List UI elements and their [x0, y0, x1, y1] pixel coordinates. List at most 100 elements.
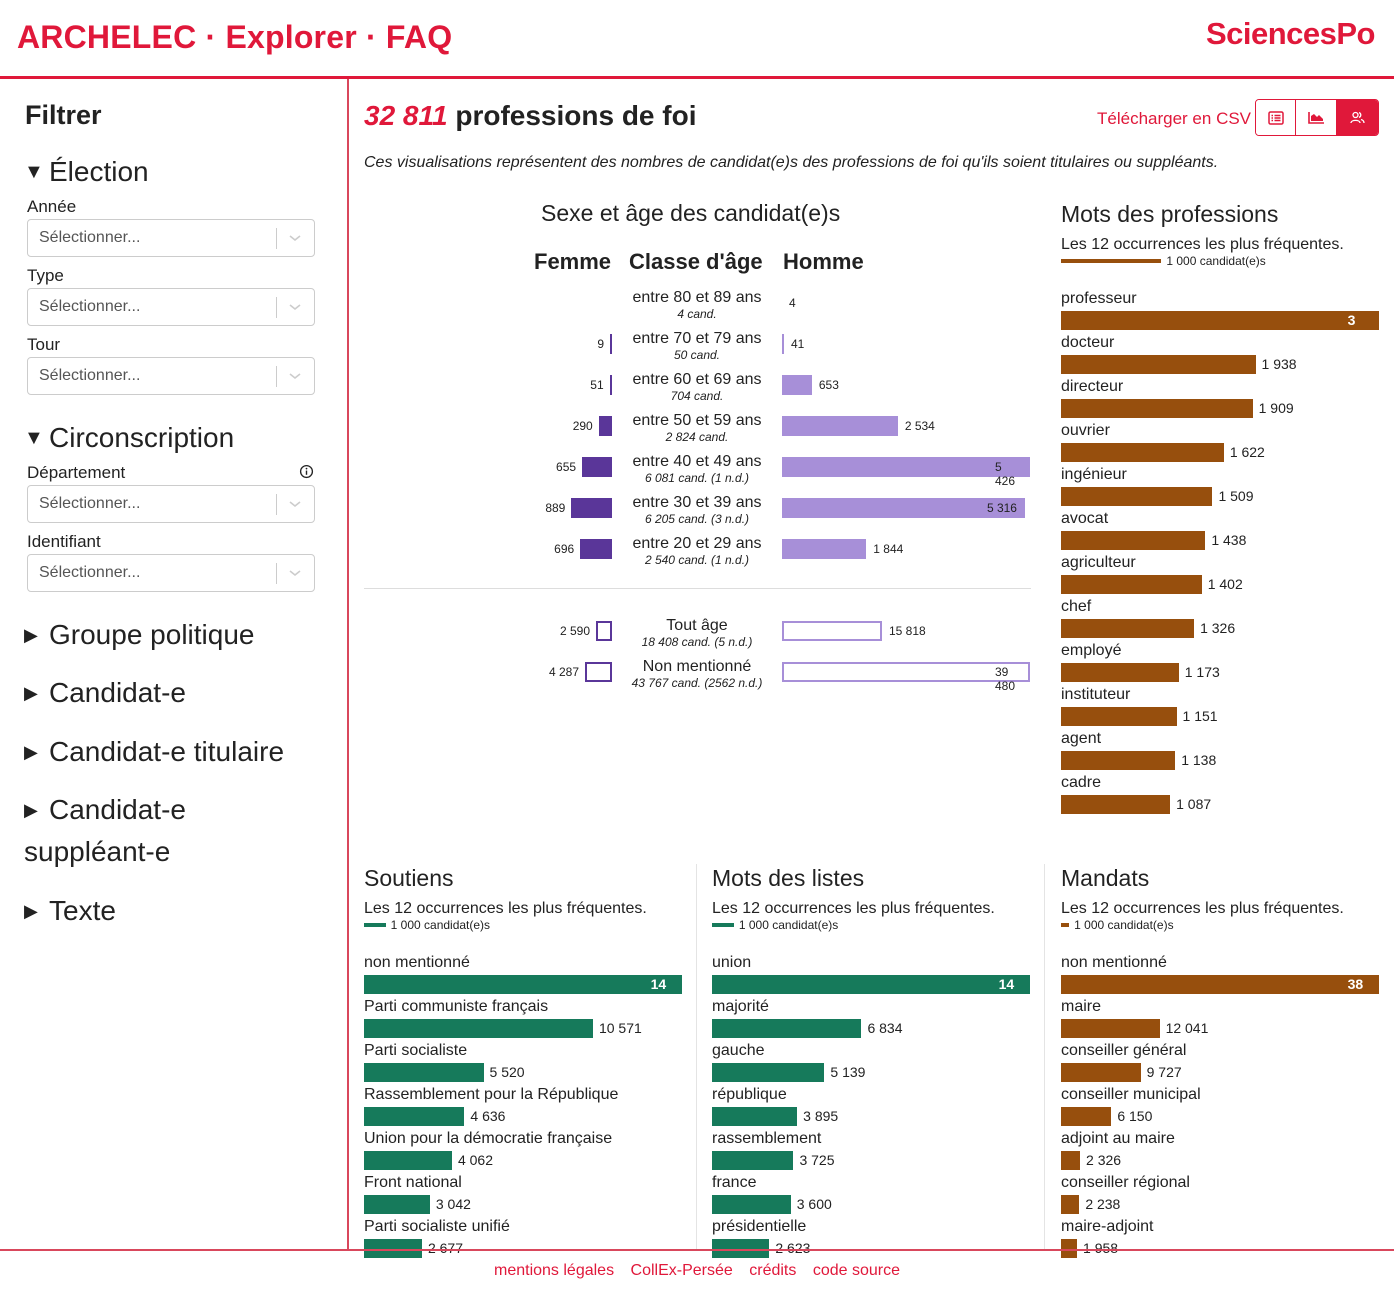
bar-item[interactable]: professeur 3 168 [1061, 289, 1379, 344]
bar-item[interactable]: majorité 6 834 [712, 997, 1030, 1041]
bar-item[interactable]: Parti communiste français 10 571 [364, 997, 682, 1041]
femme-bar[interactable] [610, 334, 612, 354]
bar[interactable] [1061, 355, 1256, 374]
femme-bar[interactable] [609, 375, 612, 395]
homme-bar[interactable] [782, 621, 882, 641]
bar-item[interactable]: instituteur 1 151 [1061, 685, 1379, 729]
bar-item[interactable]: gauche 5 139 [712, 1041, 1030, 1085]
bar[interactable] [1061, 707, 1177, 726]
chart-view-button[interactable] [1296, 100, 1337, 135]
bar[interactable] [364, 1151, 452, 1170]
section-texte-toggle[interactable]: ▶ Texte [24, 890, 324, 932]
femme-bar[interactable] [585, 662, 612, 682]
people-view-button[interactable] [1336, 100, 1378, 135]
bar-item[interactable]: maire 12 041 [1061, 997, 1379, 1041]
bar[interactable] [1061, 1019, 1160, 1038]
femme-bar[interactable] [596, 621, 612, 641]
bar-item[interactable]: adjoint au maire 2 326 [1061, 1129, 1379, 1173]
bar[interactable] [364, 1063, 484, 1082]
bar[interactable] [364, 1195, 430, 1214]
nav-explorer[interactable]: Explorer [225, 19, 356, 55]
bar-item[interactable]: Parti socialiste 5 520 [364, 1041, 682, 1085]
bar-item[interactable]: conseiller général 9 727 [1061, 1041, 1379, 1085]
footer-link-credits[interactable]: crédits [749, 1262, 796, 1279]
bar-item[interactable]: france 3 600 [712, 1173, 1030, 1217]
sciencespo-logo[interactable]: SciencesPo [1206, 16, 1376, 52]
homme-bar[interactable] [782, 375, 812, 395]
bar[interactable] [712, 1107, 798, 1126]
bar-item[interactable]: conseiller régional 2 238 [1061, 1173, 1379, 1217]
bar[interactable] [712, 1063, 825, 1082]
bar[interactable] [1061, 1063, 1141, 1082]
annee-select[interactable]: Sélectionner... [27, 219, 315, 257]
section-election-toggle[interactable]: ▼ Élection [24, 151, 324, 193]
bar-item[interactable]: rassemblement 3 725 [712, 1129, 1030, 1173]
homme-bar[interactable] [782, 416, 898, 436]
bar-item[interactable]: non mentionné 14 682 [364, 953, 682, 1008]
femme-bar[interactable] [598, 416, 612, 436]
section-candidat-titulaire-toggle[interactable]: ▶ Candidat-e titulaire [24, 731, 324, 773]
download-csv-link[interactable]: Télécharger en CSV [1097, 109, 1251, 129]
bar[interactable] [1061, 795, 1171, 814]
section-groupe-politique-toggle[interactable]: ▶ Groupe politique [24, 614, 324, 656]
departement-select[interactable]: Sélectionner... [27, 485, 315, 523]
femme-bar[interactable] [571, 498, 612, 518]
bar[interactable] [364, 1107, 465, 1126]
bar-item[interactable]: agent 1 138 [1061, 729, 1379, 773]
section-circonscription-toggle[interactable]: ▼ Circonscription [24, 417, 324, 459]
bar-item[interactable]: ingénieur 1 509 [1061, 465, 1379, 509]
bar[interactable] [712, 1151, 794, 1170]
list-view-button[interactable] [1256, 100, 1297, 135]
type-select[interactable]: Sélectionner... [27, 288, 315, 326]
bar[interactable] [712, 975, 1030, 994]
bar[interactable] [1061, 487, 1213, 506]
section-candidat-suppleant-toggle[interactable]: ▶ Candidat-e suppléant-e [24, 789, 224, 873]
bar-item[interactable]: union 14 540 [712, 953, 1030, 1008]
bar-item[interactable]: directeur 1 909 [1061, 377, 1379, 421]
nav-faq[interactable]: FAQ [386, 19, 452, 55]
bar[interactable] [1061, 1195, 1080, 1214]
nav-archelec[interactable]: ARCHELEC [17, 19, 196, 55]
bar-item[interactable]: république 3 895 [712, 1085, 1030, 1129]
bar-item[interactable]: cadre 1 087 [1061, 773, 1379, 817]
bar[interactable] [712, 1019, 862, 1038]
bar[interactable] [1061, 751, 1176, 770]
info-icon[interactable] [299, 464, 314, 479]
identifiant-select[interactable]: Sélectionner... [27, 554, 315, 592]
bar[interactable] [1061, 531, 1206, 550]
bar-item[interactable]: conseiller municipal 6 150 [1061, 1085, 1379, 1129]
footer-link-mentions[interactable]: mentions légales [494, 1262, 614, 1279]
bar[interactable] [364, 975, 682, 994]
bar-item[interactable]: avocat 1 438 [1061, 509, 1379, 553]
homme-bar[interactable] [782, 662, 1030, 682]
bar-item[interactable]: Union pour la démocratie française 4 062 [364, 1129, 682, 1173]
bar-item[interactable]: Front national 3 042 [364, 1173, 682, 1217]
bar-item[interactable]: agriculteur 1 402 [1061, 553, 1379, 597]
bar[interactable] [1061, 975, 1379, 994]
femme-bar[interactable] [580, 539, 612, 559]
homme-bar[interactable] [782, 457, 1030, 477]
tour-select[interactable]: Sélectionner... [27, 357, 315, 395]
footer-link-source[interactable]: code source [813, 1262, 900, 1279]
section-candidat-toggle[interactable]: ▶ Candidat-e [24, 672, 324, 714]
footer-link-collex[interactable]: CollEx-Persée [631, 1262, 733, 1279]
femme-bar[interactable] [582, 457, 612, 477]
bar-item[interactable]: non mentionné 38 844 [1061, 953, 1379, 1008]
bar[interactable] [712, 1195, 791, 1214]
bar-item[interactable]: docteur 1 938 [1061, 333, 1379, 377]
bar-item[interactable]: employé 1 173 [1061, 641, 1379, 685]
bar-item[interactable]: ouvrier 1 622 [1061, 421, 1379, 465]
bar-item[interactable]: Rassemblement pour la République 4 636 [364, 1085, 682, 1129]
bar-item[interactable]: chef 1 326 [1061, 597, 1379, 641]
bar[interactable] [1061, 311, 1379, 330]
bar[interactable] [1061, 443, 1224, 462]
bar[interactable] [364, 1019, 593, 1038]
bar[interactable] [1061, 1151, 1081, 1170]
bar[interactable] [1061, 575, 1202, 594]
bar[interactable] [1061, 1107, 1112, 1126]
bar[interactable] [1061, 619, 1195, 638]
homme-bar[interactable] [782, 539, 867, 559]
homme-bar[interactable] [782, 334, 784, 354]
bar[interactable] [1061, 663, 1179, 682]
bar[interactable] [1061, 399, 1253, 418]
